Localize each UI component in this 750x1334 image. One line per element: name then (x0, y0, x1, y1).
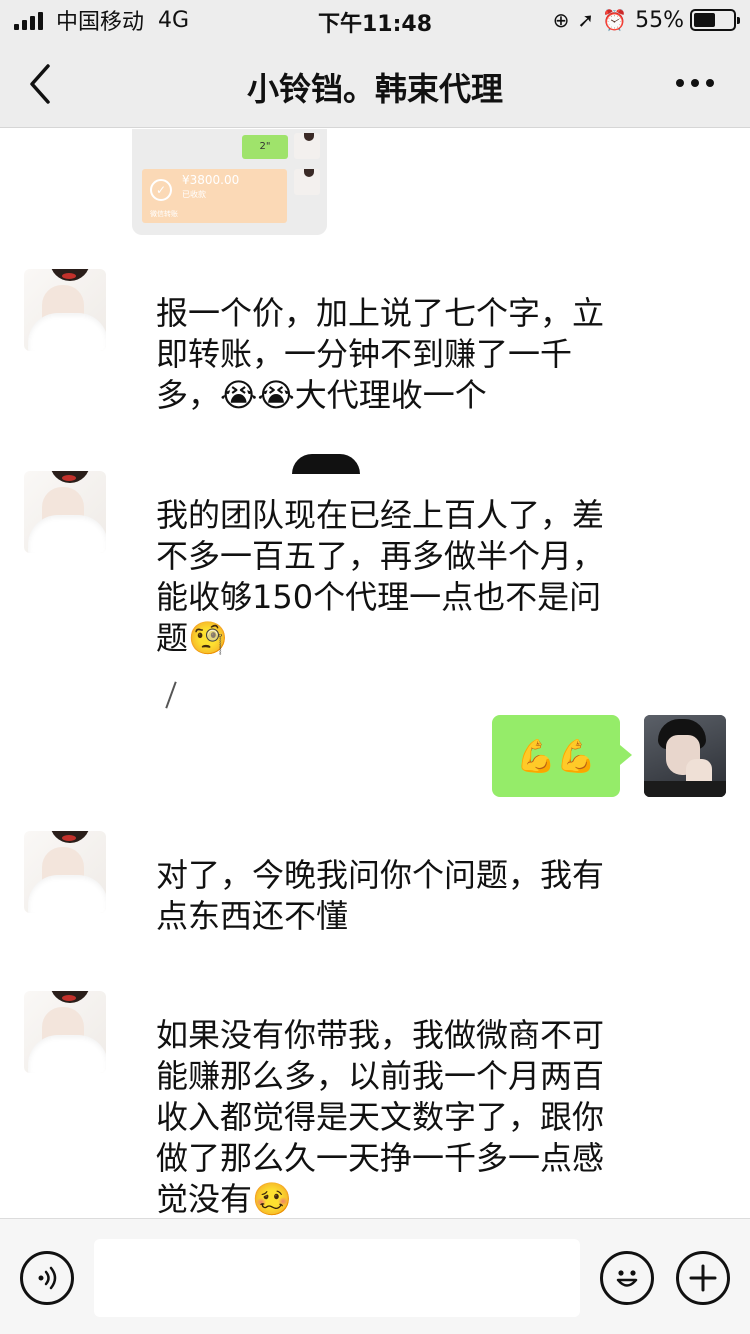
input-bar (0, 1218, 750, 1334)
contact-avatar[interactable] (24, 991, 106, 1073)
voice-message-thumb: 2" (242, 135, 288, 159)
message-text: 💪💪 (516, 737, 596, 775)
check-icon: ✓ (150, 179, 172, 201)
transfer-status: 已收款 (182, 190, 206, 199)
message-text: 对了，今晚我问你个问题，我有点东西还不懂 (156, 856, 605, 935)
message-text: 如果没有你带我，我做微商不可能赚那么多，以前我一个月两百收入都觉得是天文数字了，… (156, 1016, 605, 1218)
message-input[interactable] (94, 1239, 580, 1317)
emoji-button[interactable] (600, 1251, 654, 1305)
nav-bar: 小铃铛。韩束代理 (0, 40, 750, 128)
orientation-lock-icon: ⊕ (552, 8, 570, 32)
voice-button[interactable] (20, 1251, 74, 1305)
emoji-icon (616, 1270, 638, 1287)
my-avatar[interactable] (644, 715, 726, 797)
sent-message-bubble[interactable]: 💪💪 (492, 715, 632, 797)
contact-avatar[interactable] (24, 831, 106, 913)
stray-mark (165, 681, 177, 709)
transfer-amount: ¥3800.00 (182, 173, 240, 187)
contact-avatar[interactable] (24, 269, 106, 351)
voice-icon (38, 1266, 57, 1290)
transfer-card-thumb: ✓ ¥3800.00 已收款 微信转账 (142, 169, 287, 223)
plus-icon (689, 1264, 717, 1292)
battery-percent: 55% (635, 7, 684, 33)
location-icon: ➚ (577, 8, 595, 32)
thumb-avatar (294, 133, 320, 159)
message-text: 报一个价，加上说了七个字，立即转账，一分钟不到赚了一千多，😭😭大代理收一个 (156, 294, 605, 414)
transfer-footer: 微信转账 (150, 210, 178, 218)
status-right: ⊕ ➚ ⏰ 55% (545, 6, 740, 34)
chat-area[interactable]: 2" ✓ ¥3800.00 已收款 微信转账 报一个价，加上说了七个字，立即转账… (0, 129, 750, 1218)
battery-fill (694, 13, 715, 27)
screenshot-image-message[interactable]: 2" ✓ ¥3800.00 已收款 微信转账 (132, 129, 327, 235)
thumb-avatar (294, 169, 320, 195)
partial-image-decoration (292, 454, 360, 474)
battery-icon (690, 9, 740, 31)
more-button[interactable] (670, 68, 720, 98)
contact-avatar[interactable] (24, 471, 106, 553)
alarm-icon: ⏰ (602, 8, 628, 32)
more-dots-icon (676, 79, 714, 87)
chat-title: 小铃铛。韩束代理 (246, 70, 503, 108)
plus-button[interactable] (676, 1251, 730, 1305)
status-bar: 中国移动 4G 下午11:48 ⊕ ➚ ⏰ 55% (0, 0, 750, 40)
message-text: 我的团队现在已经上百人了，差不多一百五了，再多做半个月，能收够150个代理一点也… (156, 496, 605, 657)
